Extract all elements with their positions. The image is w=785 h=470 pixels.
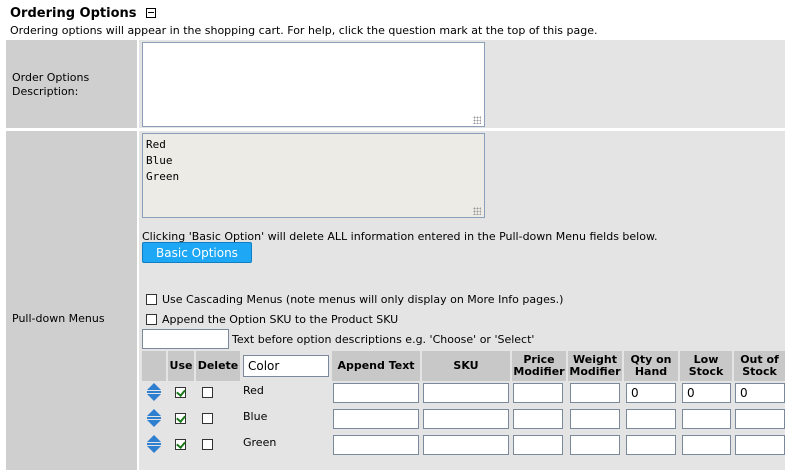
row-append-text-input[interactable] — [333, 409, 419, 429]
section-subtitle: Ordering options will appear in the shop… — [10, 24, 598, 37]
order-options-description-textarea[interactable] — [142, 42, 485, 127]
reorder-arrows-icon[interactable] — [146, 408, 162, 428]
reorder-arrows-icon[interactable] — [146, 382, 162, 402]
collapse-toggle-icon[interactable] — [146, 7, 156, 18]
append-text-column-header: Append Text — [332, 351, 420, 381]
row-option-name: Blue — [243, 410, 268, 423]
use-column-header: Use — [168, 351, 194, 381]
append-sku-label: Append the Option SKU to the Product SKU — [162, 313, 399, 326]
row-price-modifier-input[interactable] — [513, 409, 563, 429]
section-header: Ordering Options — [10, 6, 156, 21]
row-weight-modifier-input[interactable] — [570, 409, 620, 429]
row-weight-modifier-input[interactable] — [570, 435, 620, 455]
low-stock-column-header: Low Stock — [680, 351, 732, 381]
order-options-label-line2: Description: — [12, 85, 79, 98]
order-options-label-line1: Order Options — [12, 71, 90, 84]
reorder-arrows-icon[interactable] — [146, 434, 162, 454]
reorder-header — [142, 351, 166, 381]
row-qty-on-hand-input[interactable] — [626, 435, 676, 455]
basic-options-button[interactable]: Basic Options — [142, 242, 252, 263]
out-of-stock-column-header: Out of Stock — [734, 351, 785, 381]
pulldown-label: Pull-down Menus — [12, 312, 105, 325]
row-low-stock-input[interactable] — [682, 383, 731, 403]
price-modifier-column-header: Price Modifier — [512, 351, 566, 381]
append-sku-checkbox[interactable] — [146, 314, 157, 325]
row-delete-checkbox[interactable] — [202, 387, 213, 398]
qty-on-hand-column-header: Qty on Hand — [624, 351, 678, 381]
text-before-label: Text before option descriptions e.g. 'Ch… — [232, 333, 535, 346]
row-append-text-input[interactable] — [333, 383, 419, 403]
row-out-of-stock-input[interactable] — [735, 435, 785, 455]
row-sku-input[interactable] — [423, 435, 509, 455]
sku-column-header: SKU — [422, 351, 510, 381]
delete-column-header: Delete — [196, 351, 240, 381]
row-append-text-input[interactable] — [333, 435, 419, 455]
row-low-stock-input[interactable] — [682, 435, 731, 455]
row-use-checkbox[interactable] — [175, 387, 186, 398]
row-price-modifier-input[interactable] — [513, 435, 563, 455]
append-sku-option[interactable]: Append the Option SKU to the Product SKU — [146, 313, 398, 326]
order-options-label-cell: Order Options Description: — [6, 40, 137, 128]
row-sku-input[interactable] — [423, 383, 509, 403]
pulldown-values-textarea[interactable] — [142, 133, 485, 218]
section-title: Ordering Options — [10, 6, 137, 21]
row-sku-input[interactable] — [423, 409, 509, 429]
row-low-stock-input[interactable] — [682, 409, 731, 429]
row-out-of-stock-input[interactable] — [735, 409, 785, 429]
row-delete-checkbox[interactable] — [202, 413, 213, 424]
weight-modifier-column-header: Weight Modifier — [568, 351, 622, 381]
pulldown-field-cell: Clicking 'Basic Option' will delete ALL … — [139, 131, 785, 470]
row-price-modifier-input[interactable] — [513, 383, 563, 403]
row-use-checkbox[interactable] — [175, 439, 186, 450]
cascading-menus-option[interactable]: Use Cascading Menus (note menus will onl… — [146, 293, 563, 306]
order-options-field-cell — [139, 40, 785, 128]
menu-name-input[interactable] — [243, 355, 329, 377]
cascading-menus-label: Use Cascading Menus (note menus will onl… — [162, 293, 564, 306]
row-delete-checkbox[interactable] — [202, 439, 213, 450]
pulldown-label-cell: Pull-down Menus — [6, 131, 137, 470]
row-out-of-stock-input[interactable] — [735, 383, 785, 403]
row-option-name: Green — [243, 436, 277, 449]
row-qty-on-hand-input[interactable] — [626, 383, 676, 403]
row-option-name: Red — [243, 384, 264, 397]
text-before-input[interactable] — [142, 329, 229, 349]
row-qty-on-hand-input[interactable] — [626, 409, 676, 429]
cascading-menus-checkbox[interactable] — [146, 294, 157, 305]
row-weight-modifier-input[interactable] — [570, 383, 620, 403]
row-use-checkbox[interactable] — [175, 413, 186, 424]
